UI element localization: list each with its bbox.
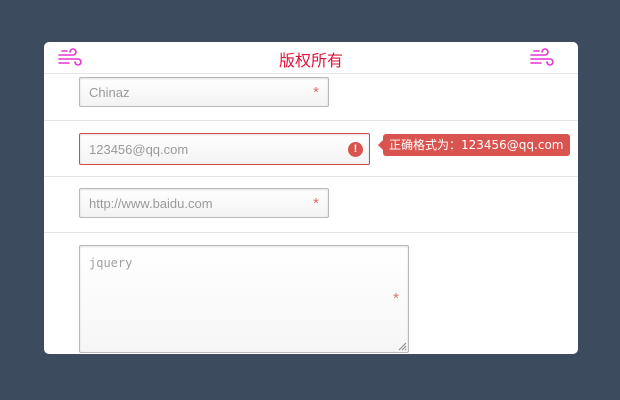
error-tooltip: 正确格式为：123456@qq.com — [378, 134, 570, 156]
form-card: 版权所有 Chinaz * 123456@qq.com ! 正确格式为：1234… — [44, 42, 578, 354]
wind-icon — [530, 48, 554, 66]
required-mark: * — [393, 290, 399, 307]
form-row-url: http://www.baidu.com * — [44, 177, 578, 233]
name-input[interactable]: Chinaz * — [79, 77, 329, 107]
form-row-name: Chinaz * — [44, 74, 578, 121]
message-textarea-value: jquery — [89, 256, 133, 270]
message-textarea[interactable]: jquery * — [79, 245, 409, 353]
resize-grip-icon[interactable] — [398, 342, 407, 351]
url-input-value: http://www.baidu.com — [89, 196, 213, 211]
header-bar: 版权所有 — [44, 42, 578, 74]
page-title: 版权所有 — [278, 51, 343, 70]
required-mark: * — [313, 84, 319, 101]
name-input-value: Chinaz — [89, 85, 130, 100]
email-input[interactable]: 123456@qq.com ! — [79, 133, 370, 165]
form-row-message: jquery * — [44, 233, 578, 354]
form-row-email: 123456@qq.com ! 正确格式为：123456@qq.com — [44, 121, 578, 177]
required-mark: * — [313, 195, 319, 212]
error-icon: ! — [348, 142, 363, 157]
email-input-value: 123456@qq.com — [89, 142, 189, 157]
url-input[interactable]: http://www.baidu.com * — [79, 188, 329, 218]
